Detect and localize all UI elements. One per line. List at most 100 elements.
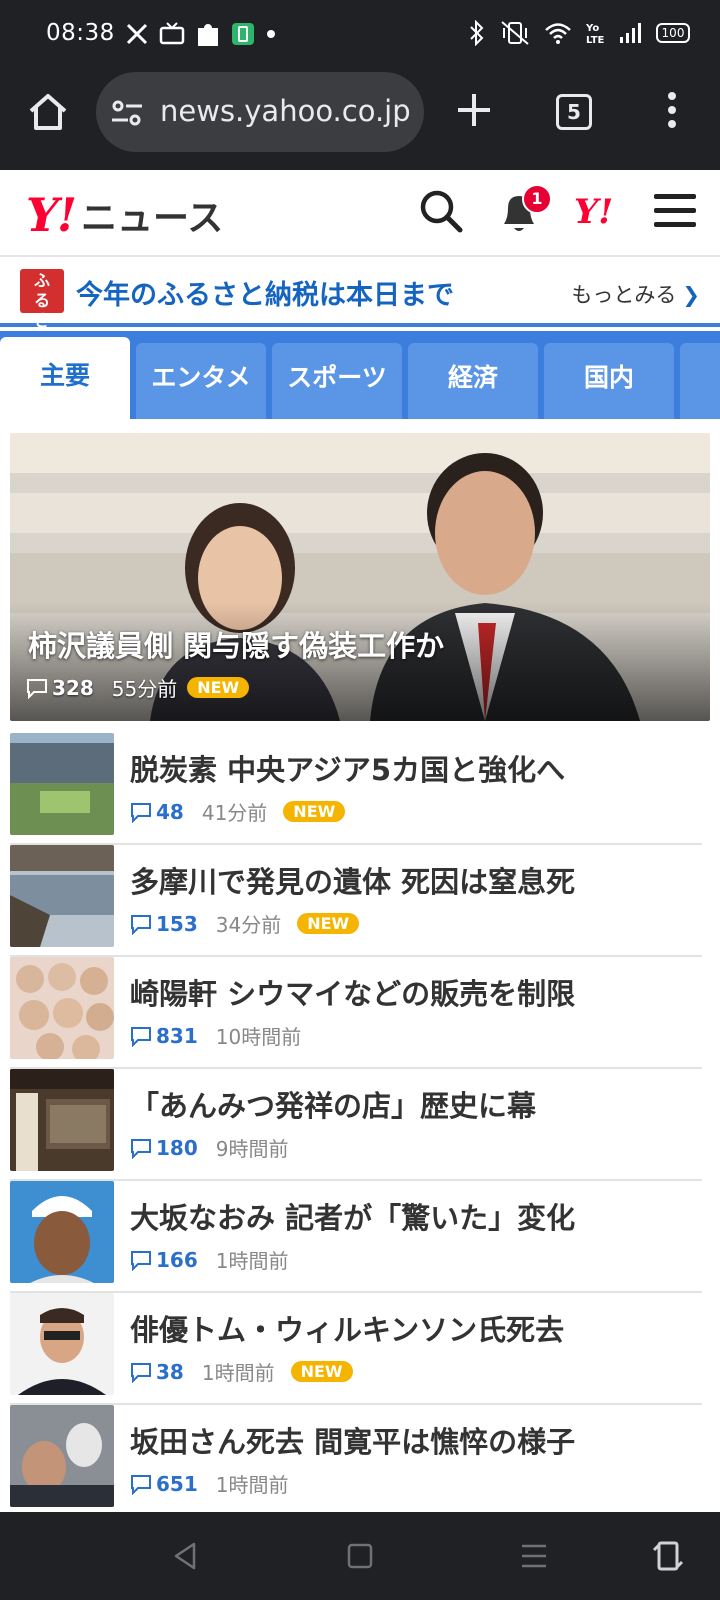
tv-icon <box>159 22 185 45</box>
vibrate-off-icon <box>501 21 529 45</box>
status-bar: 08:38 Yo LTE 100 <box>0 0 720 70</box>
article-time: 10時間前 <box>215 1025 302 1049</box>
promo-text[interactable]: 今年のふるさと納税は本日まで <box>76 273 454 312</box>
address-bar[interactable]: news.yahoo.co.jp <box>96 72 424 152</box>
article-headline[interactable]: 大坂なおみ 記者が「驚いた」変化 <box>130 1195 575 1237</box>
comment-count[interactable]: 38 <box>130 1360 184 1384</box>
article-headline[interactable]: 脱炭素 中央アジア5カ国と強化へ <box>130 747 565 789</box>
yahoo-news-logo[interactable]: Y! ニュース <box>26 188 223 242</box>
promo-more-link[interactable]: もっとみる ❯ <box>571 279 700 309</box>
tab-next-partial[interactable] <box>680 343 720 419</box>
new-badge: NEW <box>283 801 346 822</box>
yahoo-japan-icon[interactable]: Y! <box>574 192 613 232</box>
search-icon[interactable] <box>418 188 464 234</box>
article-headline[interactable]: 「あんみつ発祥の店」歴史に幕 <box>130 1083 536 1125</box>
back-icon[interactable] <box>168 1540 204 1572</box>
tab-main[interactable]: 主要 <box>0 337 130 419</box>
bluetooth-icon <box>470 20 484 46</box>
x-logo-icon <box>126 23 148 45</box>
comment-icon <box>131 1362 151 1383</box>
comment-count[interactable]: 651 <box>130 1472 198 1496</box>
signal-icon <box>620 23 641 43</box>
promo-more-label: もっとみる <box>571 283 677 307</box>
comment-icon <box>27 678 47 699</box>
hero-article[interactable]: 柿沢議員側 関与隠す偽装工作か 328 55分前 NEW <box>10 433 710 721</box>
comment-count[interactable]: 831 <box>130 1024 198 1048</box>
article-thumbnail <box>10 1069 114 1171</box>
notification-badge: 1 <box>522 184 552 214</box>
article-thumbnail <box>10 1181 114 1283</box>
url-text[interactable]: news.yahoo.co.jp <box>160 94 411 128</box>
tab-economy[interactable]: 経済 <box>408 343 538 419</box>
article-meta: 48 41分前 NEW <box>130 797 346 826</box>
hamburger-menu-icon[interactable] <box>654 192 696 230</box>
comment-icon <box>131 1138 151 1159</box>
article-time: 34分前 <box>215 913 282 937</box>
article-thumbnail <box>10 1293 114 1395</box>
article-list: 脱炭素 中央アジア5カ国と強化へ 48 41分前 NEW 多摩川で発見の遺体 死… <box>10 733 702 1517</box>
comment-count-value: 166 <box>156 1247 198 1272</box>
list-item[interactable]: 脱炭素 中央アジア5カ国と強化へ 48 41分前 NEW <box>10 733 702 845</box>
article-time: 9時間前 <box>215 1137 289 1161</box>
article-headline[interactable]: 坂田さん死去 間寛平は憔悴の様子 <box>130 1419 575 1461</box>
comment-icon <box>131 914 151 935</box>
tab-switcher-button[interactable]: 5 <box>556 94 592 130</box>
article-meta: 38 1時間前 NEW <box>130 1357 353 1386</box>
article-headline[interactable]: 崎陽軒 シウマイなどの販売を制限 <box>130 971 575 1013</box>
comment-count[interactable]: 166 <box>130 1248 198 1272</box>
comment-count[interactable]: 180 <box>130 1136 198 1160</box>
category-tabs: 主要 エンタメ スポーツ 経済 国内 <box>0 331 720 419</box>
list-item[interactable]: 崎陽軒 シウマイなどの販売を制限 831 10時間前 <box>10 957 702 1069</box>
list-item[interactable]: 俳優トム・ウィルキンソン氏死去 38 1時間前 NEW <box>10 1293 702 1405</box>
home-nav-icon[interactable] <box>342 1540 378 1572</box>
volte-icon: YoLTE <box>586 23 604 46</box>
hero-title[interactable]: 柿沢議員側 関与隠す偽装工作か <box>28 623 444 665</box>
dot-icon <box>267 30 275 38</box>
svg-text:Yo: Yo <box>586 23 599 34</box>
tab-entertainment[interactable]: エンタメ <box>136 343 266 419</box>
recents-icon[interactable] <box>516 1540 552 1572</box>
svg-text:LTE: LTE <box>586 35 604 46</box>
chevron-right-icon: ❯ <box>682 283 700 307</box>
hero-comment-count: 328 <box>52 675 94 700</box>
article-time: 1時間前 <box>201 1361 275 1385</box>
system-navigation-bar <box>0 1512 720 1600</box>
home-icon[interactable] <box>26 90 70 134</box>
article-headline[interactable]: 俳優トム・ウィルキンソン氏死去 <box>130 1307 564 1349</box>
tab-domestic[interactable]: 国内 <box>544 343 674 419</box>
comment-icon <box>131 1026 151 1047</box>
site-settings-icon[interactable] <box>110 98 144 128</box>
article-time: 1時間前 <box>215 1473 289 1497</box>
more-options-icon[interactable] <box>660 88 684 132</box>
article-headline[interactable]: 多摩川で発見の遺体 死因は窒息死 <box>130 859 575 901</box>
list-item[interactable]: 大坂なおみ 記者が「驚いた」変化 166 1時間前 <box>10 1181 702 1293</box>
battery-icon: 100 <box>656 23 690 43</box>
furusato-tag: ふるさと <box>20 269 64 350</box>
article-thumbnail <box>10 1405 114 1507</box>
new-badge: NEW <box>187 677 250 698</box>
comment-count[interactable]: 153 <box>130 912 198 936</box>
article-meta: 651 1時間前 <box>130 1469 288 1498</box>
article-thumbnail <box>10 733 114 835</box>
new-tab-icon[interactable] <box>452 88 496 132</box>
article-meta: 166 1時間前 <box>130 1245 288 1274</box>
logo-title: ニュース <box>81 198 224 239</box>
browser-toolbar: news.yahoo.co.jp 5 <box>0 70 720 170</box>
rotate-screen-icon[interactable] <box>650 1540 686 1572</box>
tab-sports[interactable]: スポーツ <box>272 343 402 419</box>
comment-count-value: 153 <box>156 911 198 936</box>
article-time: 41分前 <box>201 801 268 825</box>
comment-count[interactable]: 48 <box>130 800 184 824</box>
yahoo-logo-mark: Y! <box>26 188 77 242</box>
status-left-icons <box>125 20 277 48</box>
list-item[interactable]: 多摩川で発見の遺体 死因は窒息死 153 34分前 NEW <box>10 845 702 957</box>
wifi-icon <box>545 23 571 44</box>
comment-count-value: 651 <box>156 1471 198 1496</box>
article-thumbnail <box>10 845 114 947</box>
list-item[interactable]: 坂田さん死去 間寛平は憔悴の様子 651 1時間前 <box>10 1405 702 1517</box>
furusato-promo-banner[interactable]: ふるさと 今年のふるさと納税は本日まで もっとみる❯ <box>0 259 720 350</box>
list-item[interactable]: 「あんみつ発祥の店」歴史に幕 180 9時間前 <box>10 1069 702 1181</box>
new-badge: NEW <box>297 913 360 934</box>
article-time: 1時間前 <box>215 1249 289 1273</box>
article-thumbnail <box>10 957 114 1059</box>
